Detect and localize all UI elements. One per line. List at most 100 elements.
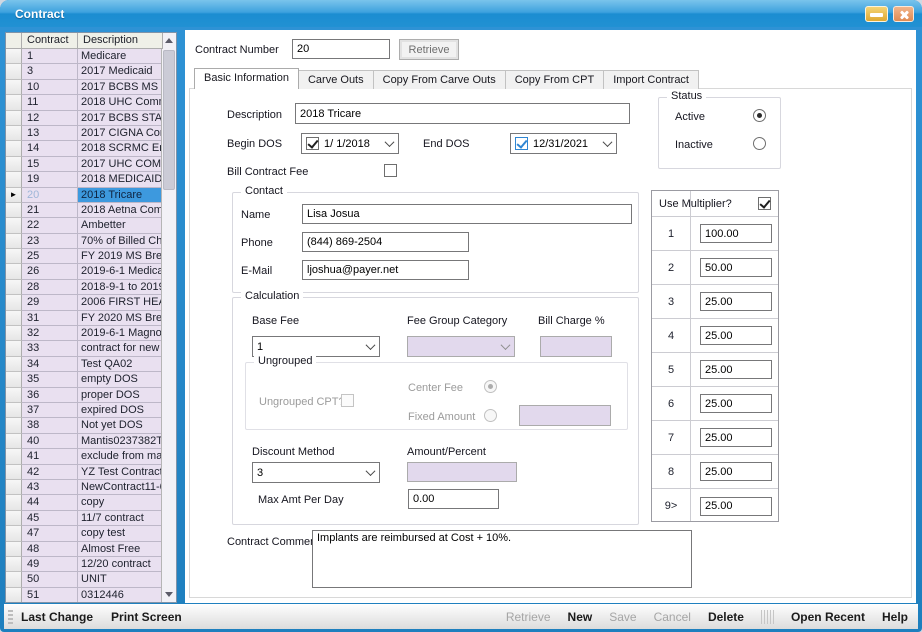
cell-contract[interactable]: 25	[22, 249, 78, 264]
chevron-down-icon[interactable]	[366, 466, 376, 476]
base-fee-select[interactable]: 1	[252, 336, 380, 357]
scroll-down-icon[interactable]	[162, 587, 176, 602]
grid-header-description[interactable]: Description	[78, 33, 163, 49]
cell-contract[interactable]: 14	[22, 141, 78, 156]
grid-row[interactable]: 510312446	[6, 588, 163, 602]
grid-row[interactable]: 2370% of Billed Char	[6, 234, 163, 249]
grid-row[interactable]: 40Mantis0237382Te	[6, 434, 163, 449]
grid-row[interactable]: 36proper DOS	[6, 388, 163, 403]
cell-description[interactable]: Not yet DOS	[78, 418, 163, 433]
cell-contract[interactable]: 19	[22, 172, 78, 187]
delete-button[interactable]: Delete	[708, 610, 744, 624]
cell-contract[interactable]: 50	[22, 572, 78, 587]
bill-contract-fee-checkbox[interactable]	[384, 164, 397, 177]
grid-row[interactable]: 25FY 2019 MS Breas	[6, 249, 163, 264]
cell-description[interactable]: exclude from max	[78, 449, 163, 464]
grid-row[interactable]: 32017 Medicaid	[6, 64, 163, 79]
begin-dos-picker[interactable]: 1/ 1/2018	[301, 133, 399, 154]
grid-row[interactable]: 47copy test	[6, 526, 163, 541]
cell-contract[interactable]: 43	[22, 480, 78, 495]
cell-contract[interactable]: 49	[22, 557, 78, 572]
tab-carve-outs[interactable]: Carve Outs	[298, 70, 374, 89]
multiplier-value-input[interactable]	[700, 258, 772, 277]
cell-contract[interactable]: 11	[22, 95, 78, 110]
multiplier-value-input[interactable]	[700, 462, 772, 481]
cell-contract[interactable]: 31	[22, 311, 78, 326]
cell-contract[interactable]: 35	[22, 372, 78, 387]
cell-contract[interactable]: 47	[22, 526, 78, 541]
status-active-radio[interactable]	[753, 109, 766, 122]
grid-row[interactable]: 152017 UHC COMM	[6, 157, 163, 172]
grid-scrollbar[interactable]	[161, 33, 176, 602]
multiplier-value-input[interactable]	[700, 428, 772, 447]
status-inactive-radio[interactable]	[753, 137, 766, 150]
grid-row[interactable]: 1Medicare	[6, 49, 163, 64]
grid-row[interactable]: 112018 UHC Comme	[6, 95, 163, 110]
multiplier-value-input[interactable]	[700, 394, 772, 413]
cell-description[interactable]: proper DOS	[78, 388, 163, 403]
last-change-button[interactable]: Last Change	[21, 610, 93, 624]
contact-name-input[interactable]	[302, 204, 632, 224]
cell-description[interactable]: 2018 MEDICAID	[78, 172, 163, 187]
grid-row[interactable]: 22Ambetter	[6, 218, 163, 233]
cell-description[interactable]: 2018 UHC Comme	[78, 95, 163, 110]
grid-row[interactable]: 322019-6-1 Magnolia	[6, 326, 163, 341]
cell-description[interactable]: copy test	[78, 526, 163, 541]
grid-row[interactable]: 41exclude from max	[6, 449, 163, 464]
close-button[interactable]	[893, 6, 914, 22]
print-screen-button[interactable]: Print Screen	[111, 610, 182, 624]
open-recent-button[interactable]: Open Recent	[791, 610, 865, 624]
grid-row[interactable]: 48Almost Free	[6, 542, 163, 557]
scroll-thumb[interactable]	[163, 50, 175, 190]
cell-contract[interactable]: 45	[22, 511, 78, 526]
cell-contract[interactable]: 23	[22, 234, 78, 249]
cell-description[interactable]: 2017 UHC COMM	[78, 157, 163, 172]
end-dos-picker[interactable]: 12/31/2021	[510, 133, 617, 154]
cell-description[interactable]: Almost Free	[78, 542, 163, 557]
cell-description[interactable]: 2019-6-1 Magnolia	[78, 326, 163, 341]
help-button[interactable]: Help	[882, 610, 908, 624]
use-multiplier-checkbox[interactable]	[758, 197, 771, 210]
begin-dos-checkbox[interactable]	[306, 137, 319, 150]
cell-description[interactable]: copy	[78, 495, 163, 510]
cell-description[interactable]: 12/20 contract	[78, 557, 163, 572]
description-input[interactable]	[295, 103, 630, 124]
grid-row[interactable]: 212018 Aetna Comm	[6, 203, 163, 218]
cell-contract[interactable]: 33	[22, 341, 78, 356]
cell-description[interactable]: 2018 Tricare	[78, 188, 163, 203]
cell-description[interactable]: 2017 Medicaid	[78, 64, 163, 79]
max-amt-per-day-input[interactable]	[408, 489, 499, 509]
grid-row[interactable]: 282018-9-1 to 2019-	[6, 280, 163, 295]
new-button[interactable]: New	[568, 610, 593, 624]
cell-contract[interactable]: 22	[22, 218, 78, 233]
tab-basic-information[interactable]: Basic Information	[194, 68, 299, 89]
cell-description[interactable]: expired DOS	[78, 403, 163, 418]
cell-description[interactable]: empty DOS	[78, 372, 163, 387]
end-dos-checkbox[interactable]	[515, 137, 528, 150]
cell-contract[interactable]: 10	[22, 80, 78, 95]
cell-contract[interactable]: 15	[22, 157, 78, 172]
discount-method-select[interactable]: 3	[252, 462, 380, 483]
cell-contract[interactable]: 38	[22, 418, 78, 433]
tab-copy-from-carve-outs[interactable]: Copy From Carve Outs	[373, 70, 506, 89]
minimize-button[interactable]	[865, 6, 888, 22]
grid-row[interactable]: 38Not yet DOS	[6, 418, 163, 433]
cell-contract[interactable]: 28	[22, 280, 78, 295]
chevron-down-icon[interactable]	[603, 137, 613, 147]
grid-row[interactable]: 34Test QA02	[6, 357, 163, 372]
cell-contract[interactable]: 48	[22, 542, 78, 557]
grid-row[interactable]: 4912/20 contract	[6, 557, 163, 572]
cell-description[interactable]: 2006 FIRST HEAL	[78, 295, 163, 310]
grid-row[interactable]: 42YZ Test Contract	[6, 465, 163, 480]
grid-row[interactable]: 122017 BCBS STAT	[6, 111, 163, 126]
cell-description[interactable]: FY 2020 MS Breas	[78, 311, 163, 326]
cell-description[interactable]: 2018-9-1 to 2019-	[78, 280, 163, 295]
cell-contract[interactable]: 21	[22, 203, 78, 218]
cell-contract[interactable]: 42	[22, 465, 78, 480]
cell-description[interactable]: 2017 CIGNA Comm	[78, 126, 163, 141]
grid-row[interactable]: 192018 MEDICAID	[6, 172, 163, 187]
grid-row[interactable]: 142018 SCRMC Emp	[6, 141, 163, 156]
multiplier-value-input[interactable]	[700, 292, 772, 311]
cell-description[interactable]: Mantis0237382Te	[78, 434, 163, 449]
cell-description[interactable]: Medicare	[78, 49, 163, 64]
